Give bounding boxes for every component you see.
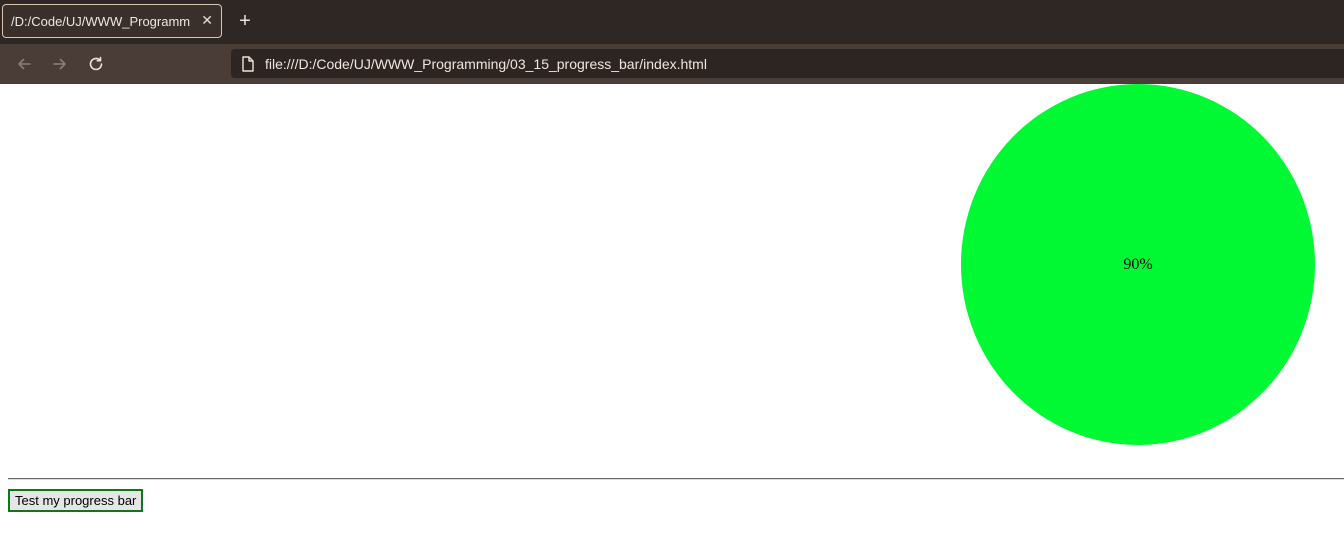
close-icon[interactable]: ✕ — [201, 12, 213, 29]
address-url: file:///D:/Code/UJ/WWW_Programming/03_15… — [265, 55, 707, 72]
tab-bar: /D:/Code/UJ/WWW_Programming/03_15_progre… — [0, 0, 1344, 44]
horizontal-rule — [8, 478, 1344, 480]
address-bar[interactable]: file:///D:/Code/UJ/WWW_Programming/03_15… — [231, 49, 1344, 78]
test-progress-button[interactable]: Test my progress bar — [8, 489, 144, 512]
progress-label: 90% — [1123, 255, 1153, 273]
file-icon — [241, 55, 255, 72]
navigation-toolbar: file:///D:/Code/UJ/WWW_Programming/03_15… — [0, 44, 1344, 84]
tab-title: /D:/Code/UJ/WWW_Programming/03_15_progre… — [11, 13, 191, 29]
browser-tab[interactable]: /D:/Code/UJ/WWW_Programming/03_15_progre… — [2, 4, 222, 38]
page-content: 90% Test my progress bar — [0, 84, 1344, 533]
forward-arrow-icon[interactable] — [48, 52, 72, 76]
progress-circle: 90% — [961, 84, 1315, 445]
reload-icon[interactable] — [84, 52, 108, 76]
back-arrow-icon[interactable] — [12, 52, 36, 76]
new-tab-button[interactable]: + — [234, 10, 256, 32]
